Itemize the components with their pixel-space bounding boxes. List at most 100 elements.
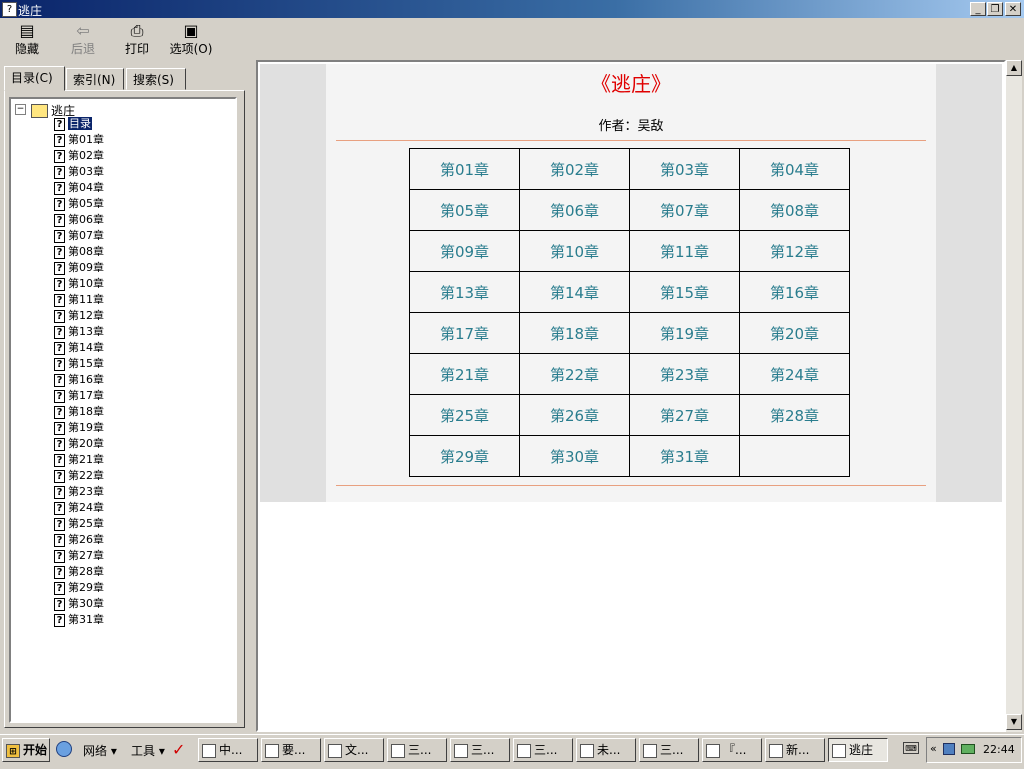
taskbar-task[interactable]: 逃庄 (828, 738, 888, 762)
chapter-link[interactable]: 第04章 (770, 161, 819, 179)
tree-item[interactable]: ? 第16章 (54, 372, 104, 388)
tree-item[interactable]: ? 第07章 (54, 228, 104, 244)
taskbar-task[interactable]: 三... (639, 738, 699, 762)
chapter-link[interactable]: 第05章 (440, 202, 489, 220)
tree-item[interactable]: ? 第10章 (54, 276, 104, 292)
restore-button[interactable]: ❐ (987, 2, 1003, 16)
chapter-link[interactable]: 第29章 (440, 448, 489, 466)
chapter-link[interactable]: 第11章 (660, 243, 709, 261)
tree-item[interactable]: ? 第24章 (54, 500, 104, 516)
keyboard-icon[interactable]: ⌨ (903, 742, 919, 754)
tree-item[interactable]: ? 第27章 (54, 548, 104, 564)
chapter-link[interactable]: 第17章 (440, 325, 489, 343)
chapter-link[interactable]: 第24章 (770, 366, 819, 384)
taskbar-task[interactable]: 要... (261, 738, 321, 762)
tree-item[interactable]: ? 第18章 (54, 404, 104, 420)
chapter-link[interactable]: 第28章 (770, 407, 819, 425)
chapter-link[interactable]: 第27章 (660, 407, 709, 425)
tree-item[interactable]: ? 第17章 (54, 388, 104, 404)
taskbar-task[interactable]: 三... (513, 738, 573, 762)
chapter-link[interactable]: 第08章 (770, 202, 819, 220)
taskbar-task[interactable]: 中... (198, 738, 258, 762)
tree-item[interactable]: ? 第11章 (54, 292, 104, 308)
scroll-down-button[interactable]: ▼ (1006, 714, 1022, 730)
vertical-scrollbar[interactable]: ▲ ▼ (1006, 60, 1022, 732)
tree-item[interactable]: ? 第05章 (54, 196, 104, 212)
chapter-link[interactable]: 第31章 (660, 448, 709, 466)
chapter-link[interactable]: 第16章 (770, 284, 819, 302)
chapter-link[interactable]: 第14章 (550, 284, 599, 302)
tree-item[interactable]: ? 第06章 (54, 212, 104, 228)
chapter-link[interactable]: 第22章 (550, 366, 599, 384)
tab-search[interactable]: 搜索(S) (126, 68, 186, 90)
tree-item[interactable]: ? 第13章 (54, 324, 104, 340)
chapter-link[interactable]: 第21章 (440, 366, 489, 384)
tree-item[interactable]: ? 第20章 (54, 436, 104, 452)
chapter-link[interactable]: 第09章 (440, 243, 489, 261)
taskbar-task[interactable]: 新... (765, 738, 825, 762)
chapter-link[interactable]: 第02章 (550, 161, 599, 179)
collapse-toggle[interactable]: − (15, 104, 26, 115)
quick-tools[interactable]: 工具 ▾ (131, 742, 165, 759)
checkmark-icon[interactable]: ✓ (172, 740, 185, 759)
chapter-link[interactable]: 第18章 (550, 325, 599, 343)
tree-item[interactable]: ? 第19章 (54, 420, 104, 436)
tab-contents[interactable]: 目录(C) (4, 66, 65, 91)
hide-button[interactable]: ▤ 隐藏 (8, 20, 46, 57)
tree-item[interactable]: ? 第26章 (54, 532, 104, 548)
chapter-link[interactable]: 第23章 (660, 366, 709, 384)
chapter-link[interactable]: 第25章 (440, 407, 489, 425)
close-button[interactable]: ✕ (1005, 2, 1021, 16)
tree-item[interactable]: ? 第21章 (54, 452, 104, 468)
taskbar-task[interactable]: 文... (324, 738, 384, 762)
volume-icon[interactable] (961, 744, 975, 754)
options-button[interactable]: ▣ 选项(O) (166, 20, 216, 57)
tree-item[interactable]: ? 第12章 (54, 308, 104, 324)
taskbar-task[interactable]: 『... (702, 738, 762, 762)
scroll-up-button[interactable]: ▲ (1006, 60, 1022, 76)
chapter-link[interactable]: 第15章 (660, 284, 709, 302)
pane-splitter[interactable] (248, 58, 254, 734)
tree-item[interactable]: ? 第03章 (54, 164, 104, 180)
tray-expand-icon[interactable]: « (930, 742, 937, 755)
tree-item[interactable]: ? 第09章 (54, 260, 104, 276)
minimize-button[interactable]: _ (970, 2, 986, 16)
chapter-link[interactable]: 第07章 (660, 202, 709, 220)
title-bar[interactable]: ? 逃庄 _ ❐ ✕ (0, 0, 1024, 18)
tree-item[interactable]: ? 第23章 (54, 484, 104, 500)
back-button[interactable]: ⇦ 后退 (64, 20, 102, 57)
chapter-link[interactable]: 第30章 (550, 448, 599, 466)
chapter-link[interactable]: 第26章 (550, 407, 599, 425)
help-book-icon[interactable]: ? (2, 2, 17, 17)
chapter-link[interactable]: 第19章 (660, 325, 709, 343)
tree-item[interactable]: ? 第30章 (54, 596, 104, 612)
tree-item[interactable]: ? 第01章 (54, 132, 104, 148)
tree-item[interactable]: ? 第04章 (54, 180, 104, 196)
tab-index[interactable]: 索引(N) (66, 68, 124, 90)
chapter-link[interactable]: 第13章 (440, 284, 489, 302)
ie-quicklaunch-icon[interactable] (56, 741, 72, 757)
tree-item[interactable]: ? 第25章 (54, 516, 104, 532)
taskbar-task[interactable]: 三... (387, 738, 447, 762)
chapter-link[interactable]: 第20章 (770, 325, 819, 343)
tree-item[interactable]: ? 第29章 (54, 580, 104, 596)
tree-item[interactable]: ? 第08章 (54, 244, 104, 260)
start-button[interactable]: ⊞ 开始 (2, 738, 50, 762)
chapter-link[interactable]: 第01章 (440, 161, 489, 179)
contents-tree[interactable]: − 逃庄 ? 目录? 第01章? 第02章? 第03章? 第04章? 第05章? 第06章? 第… (9, 97, 237, 723)
print-button[interactable]: ⎙ 打印 (118, 20, 156, 57)
taskbar-task[interactable]: 未... (576, 738, 636, 762)
quick-network[interactable]: 网络 ▾ (83, 742, 117, 759)
chapter-link[interactable]: 第10章 (550, 243, 599, 261)
tree-item[interactable]: ? 第02章 (54, 148, 104, 164)
network-status-icon[interactable] (943, 743, 955, 755)
tree-item[interactable]: ? 目录 (54, 116, 93, 132)
tree-item[interactable]: ? 第28章 (54, 564, 104, 580)
tree-item[interactable]: ? 第22章 (54, 468, 104, 484)
chapter-link[interactable]: 第06章 (550, 202, 599, 220)
chapter-link[interactable]: 第03章 (660, 161, 709, 179)
taskbar-task[interactable]: 三... (450, 738, 510, 762)
tree-item[interactable]: ? 第15章 (54, 356, 104, 372)
chapter-link[interactable]: 第12章 (770, 243, 819, 261)
tree-item[interactable]: ? 第14章 (54, 340, 104, 356)
